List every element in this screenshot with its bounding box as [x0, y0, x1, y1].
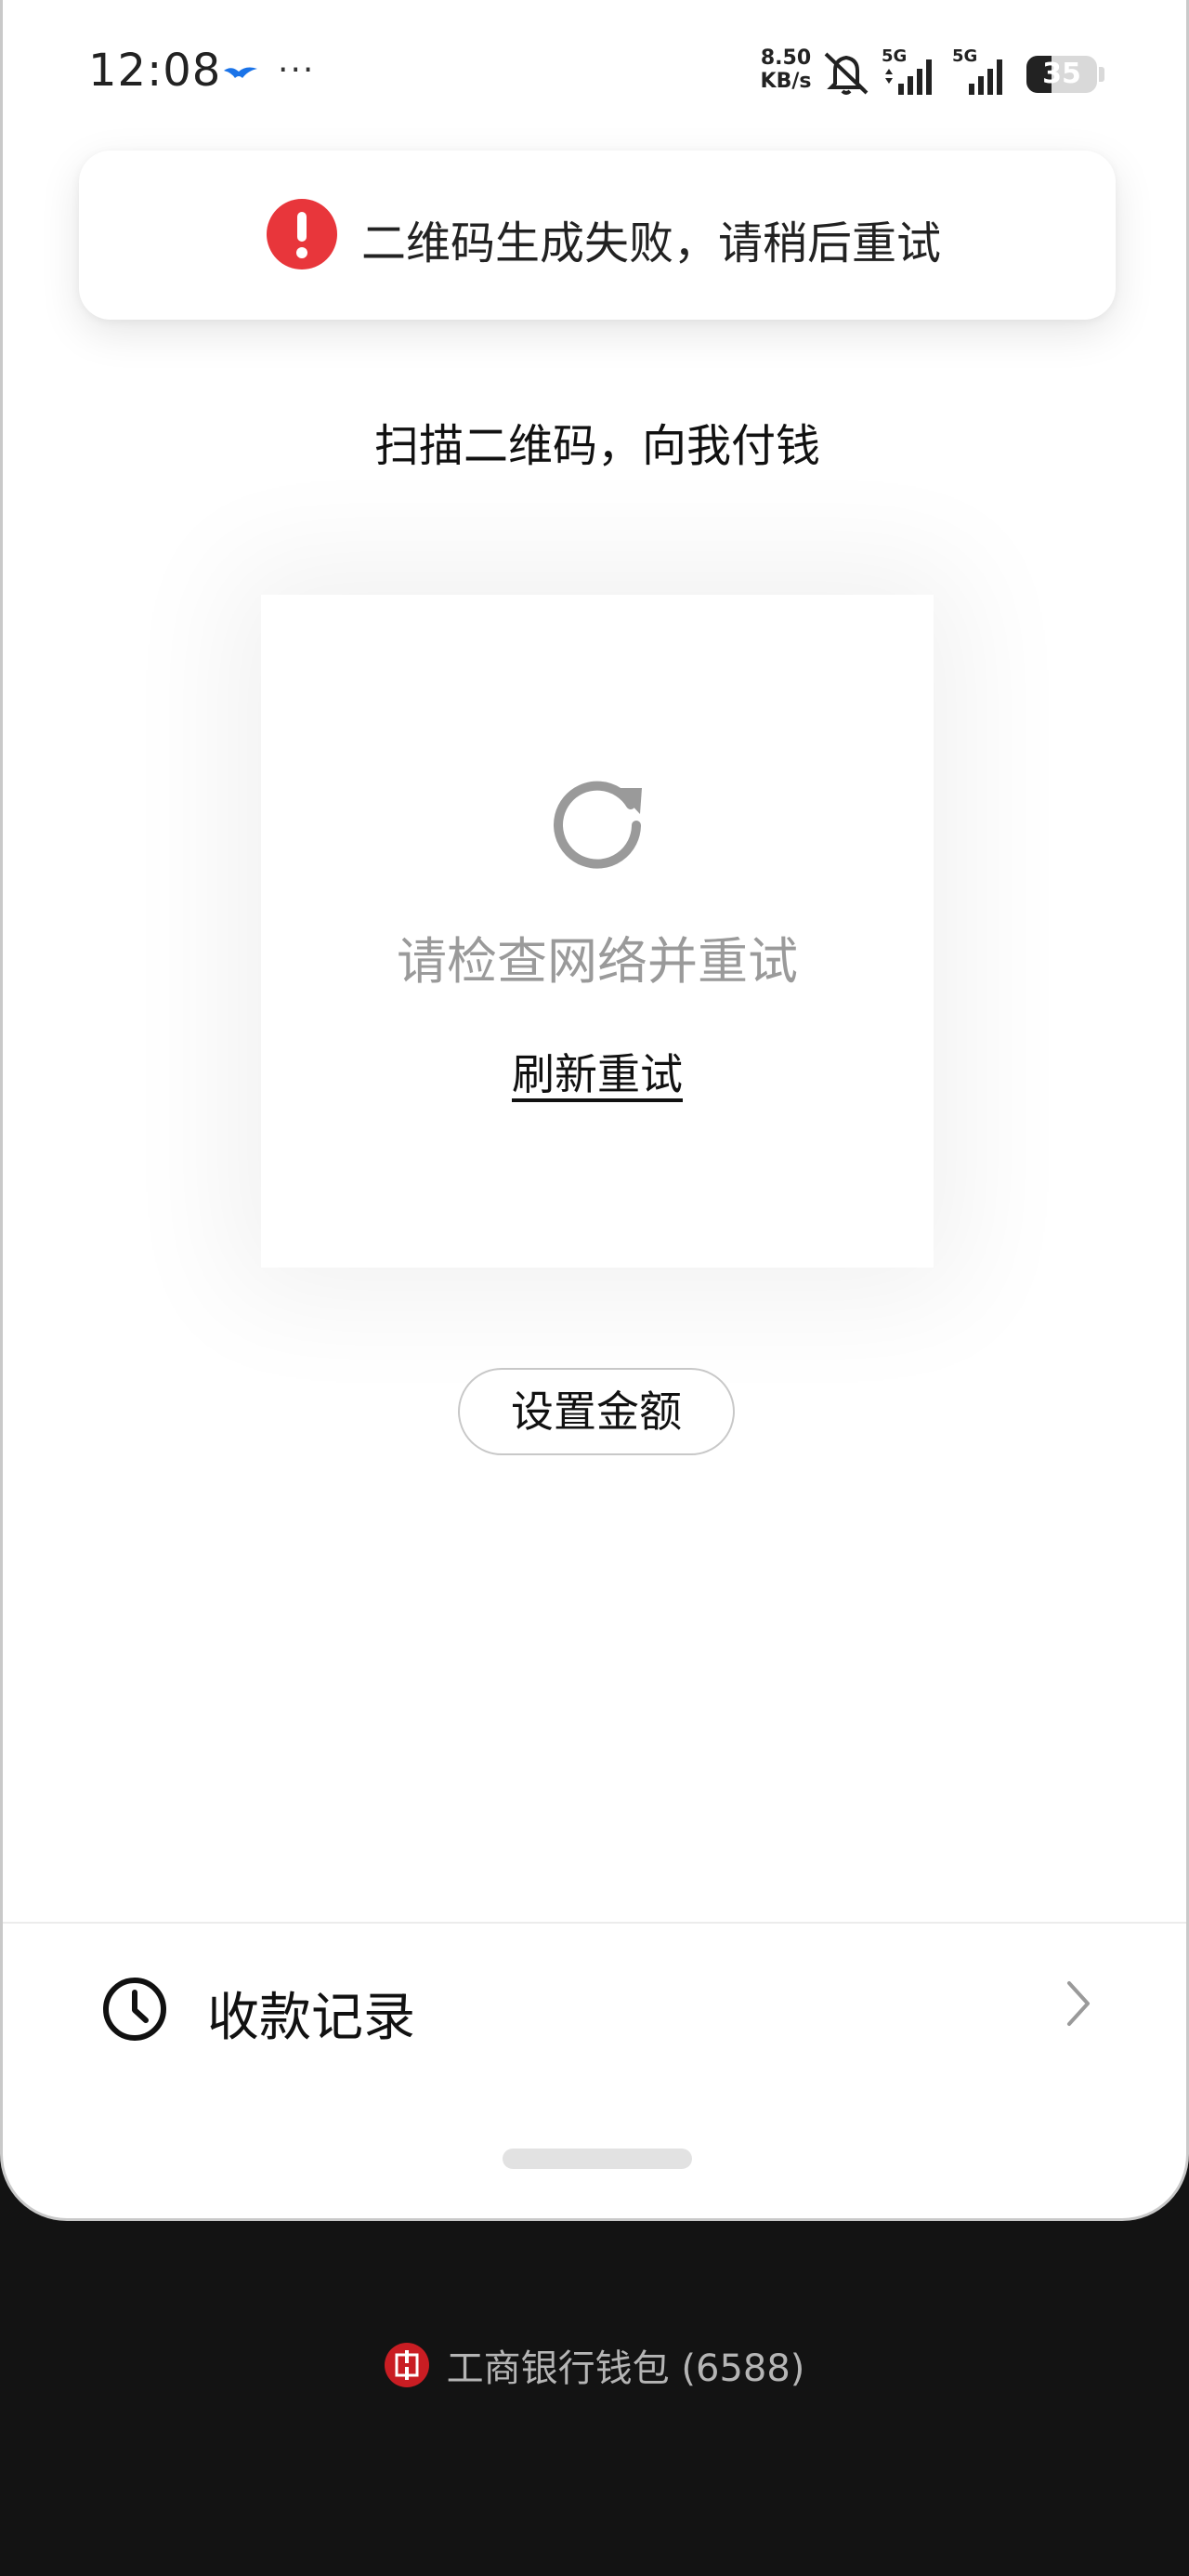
bird-icon [224, 67, 257, 78]
page-title: 扫描二维码，向我付钱 [373, 420, 820, 472]
icbc-logo-icon [384, 2343, 429, 2387]
network-speed: 8.50 KB/s [757, 46, 815, 93]
receive-payment-card: 12:08 ··· 8.50 KB/s 5G 5G 35 二维码生成失败，请稍后… [0, 0, 1189, 2221]
status-time: 12:08 [88, 45, 222, 97]
error-toast: 二维码生成失败，请稍后重试 [79, 151, 1116, 320]
network-speed-value: 8.50 [760, 46, 812, 70]
error-icon [267, 199, 337, 269]
payment-source-label: 工商银行钱包 (6588) [446, 2347, 805, 2390]
chevron-right-icon [1067, 1981, 1090, 2026]
signal-sim1-icon: 5G [882, 46, 932, 95]
home-indicator[interactable] [503, 2149, 692, 2169]
battery-level: 35 [1042, 58, 1081, 90]
refresh-retry-link[interactable]: 刷新重试 [261, 1041, 934, 1102]
toast-message: 二维码生成失败，请稍后重试 [361, 217, 942, 269]
sim2-label: 5G [952, 46, 977, 66]
network-error-message: 请检查网络并重试 [397, 932, 798, 991]
refresh-icon[interactable] [542, 764, 653, 875]
mute-bell-icon [824, 52, 869, 95]
status-bar: 12:08 ··· 8.50 KB/s 5G 5G 35 [3, 0, 1186, 149]
signal-sim2-icon: 5G [952, 46, 1002, 95]
payment-source-row[interactable]: 工商银行钱包 (6588) [0, 2338, 1189, 2394]
screen: 12:08 ··· 8.50 KB/s 5G 5G 35 二维码生成失败，请稍后… [0, 0, 1189, 2576]
clock-icon [103, 1978, 166, 2041]
sim1-label: 5G [882, 46, 907, 66]
payment-records-label: 收款记录 [207, 1988, 415, 2048]
more-icon: ··· [278, 51, 316, 89]
battery-icon: 35 [1026, 56, 1097, 93]
network-speed-unit: KB/s [760, 70, 812, 93]
set-amount-button[interactable]: 设置金额 [458, 1368, 735, 1455]
battery-tip [1099, 67, 1104, 82]
qr-code-panel: 请检查网络并重试 刷新重试 [261, 595, 934, 1268]
payment-records-row[interactable]: 收款记录 [3, 1924, 1186, 2091]
